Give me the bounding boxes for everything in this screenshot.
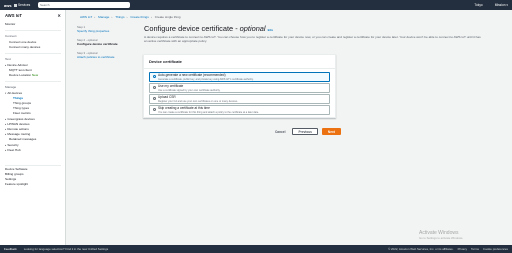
wizard-actions: Cancel Previous Next	[272, 128, 341, 135]
divider	[5, 53, 61, 55]
option-auto-generate[interactable]: Auto-generate a new certificate (recomme…	[149, 72, 330, 82]
feedback-link[interactable]: Feedback	[4, 247, 17, 251]
divider	[5, 164, 61, 166]
cancel-button[interactable]: Cancel	[272, 130, 288, 134]
info-link[interactable]: Info	[268, 28, 274, 32]
breadcrumb-manage[interactable]: Manage	[98, 15, 109, 19]
certificate-options: Auto-generate a new certificate (recomme…	[144, 69, 335, 119]
wizard-steps: Step 1 Specify thing properties Step 2 -…	[77, 25, 135, 64]
option-upload-csr[interactable]: Upload CSR Register your CA and use your…	[149, 94, 330, 104]
new-badge: New	[31, 72, 39, 77]
sidebar-item-monitor[interactable]: Monitor	[5, 22, 65, 27]
cookie-preferences-link[interactable]: Cookie preferences	[483, 247, 508, 251]
sidebar-title: AWS IoT ✕	[5, 13, 61, 18]
privacy-link[interactable]: Privacy	[458, 247, 467, 251]
optional-label: optional	[239, 24, 266, 33]
radio-button[interactable]	[152, 97, 156, 101]
services-label: Services	[18, 3, 31, 7]
footer: Feedback Looking for language selection?…	[0, 245, 512, 253]
breadcrumb: AWS IoT › Manage › Things › Create things › …	[80, 15, 181, 19]
aws-logo[interactable]: aws	[4, 3, 14, 8]
page-title: Configure device certificate - optional …	[144, 24, 274, 33]
search-input[interactable]: Search	[38, 2, 130, 8]
divider	[5, 81, 61, 83]
close-icon[interactable]: ✕	[57, 13, 61, 18]
option-description: You can create a certificate for this th…	[158, 110, 259, 114]
radio-button[interactable]	[152, 75, 156, 79]
step-2-current: Configure device certificate	[77, 42, 118, 46]
sidebar-item-fleet-hub[interactable]: ▸Fleet Hub	[5, 148, 65, 153]
divider	[5, 30, 61, 32]
sidebar-item-location[interactable]: Device Location New	[5, 73, 65, 78]
sidebar: AWS IoT ✕ Monitor Connect Connect one dev…	[0, 10, 66, 245]
option-description: Generate a certificate, public key, and …	[158, 77, 254, 81]
panel-heading: Device certificate	[144, 55, 335, 69]
terms-link[interactable]: Terms	[471, 247, 479, 251]
region-selector[interactable]: Tokyo	[474, 3, 482, 7]
option-use-my-certificate[interactable]: Use my certificate Use a certificate sig…	[149, 83, 330, 93]
top-navigation: aws Services Search Tokyo Mission ▾	[0, 0, 512, 10]
radio-button[interactable]	[152, 108, 156, 112]
watermark-subtitle: Go to Settings to activate Windows.	[419, 236, 464, 240]
previous-button[interactable]: Previous	[292, 128, 318, 135]
device-certificate-panel: Device certificate Auto-generate a new c…	[143, 54, 336, 118]
copyright: © 2022, Amazon Web Services, Inc. or its…	[388, 247, 454, 251]
sidebar-item-feature-spotlight[interactable]: Feature spotlight	[5, 182, 65, 187]
breadcrumb-create-things[interactable]: Create things	[130, 15, 148, 19]
grid-icon	[14, 3, 17, 7]
language-notice[interactable]: Looking for language selection? Find it …	[24, 247, 109, 251]
account-menu[interactable]: Mission ▾	[495, 3, 508, 7]
services-menu[interactable]: Services	[14, 3, 38, 7]
step-3-link[interactable]: Attach policies to certificate	[77, 55, 135, 59]
step-1-link[interactable]: Specify thing properties	[77, 29, 135, 33]
sidebar-item-connect-many[interactable]: Connect many devices	[5, 45, 65, 50]
option-description: Use a certificate signed by your own cer…	[158, 88, 221, 92]
option-skip-certificate[interactable]: Skip creating a certificate at this time…	[149, 105, 330, 115]
breadcrumb-current: Create single thing	[154, 15, 181, 19]
breadcrumb-iot[interactable]: AWS IoT	[80, 15, 92, 19]
breadcrumb-things[interactable]: Things	[115, 15, 124, 19]
radio-button[interactable]	[152, 86, 156, 90]
next-button[interactable]: Next	[321, 128, 341, 135]
windows-watermark: Activate Windows Go to Settings to activ…	[419, 230, 463, 240]
main-content: Configure device certificate - optional …	[144, 24, 484, 43]
option-description: Register your CA and use your own certif…	[158, 99, 238, 103]
page-description: A device requires a certificate to conne…	[144, 35, 481, 43]
